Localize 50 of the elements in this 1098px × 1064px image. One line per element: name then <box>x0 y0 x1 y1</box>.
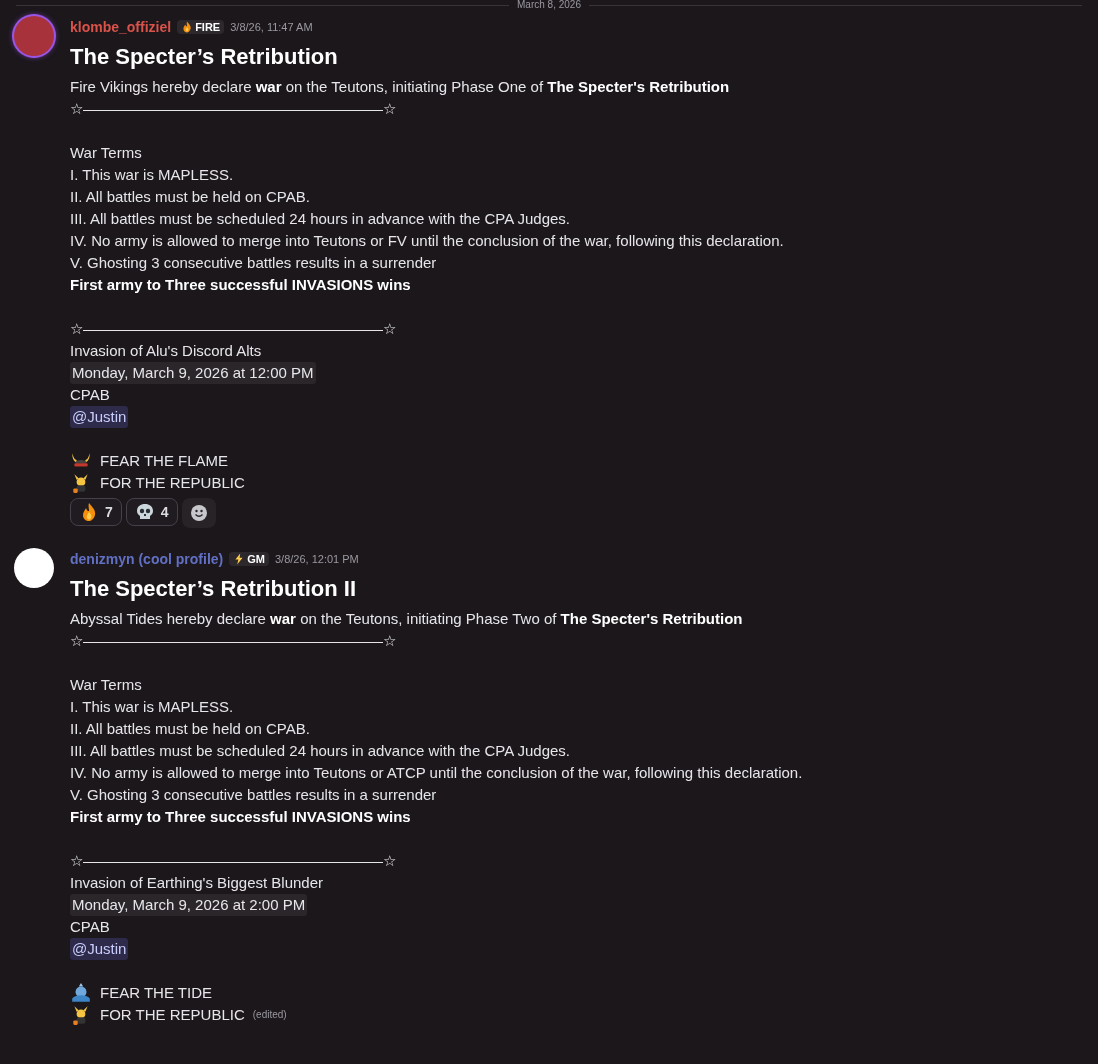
guild-tag: FIRE <box>177 20 225 34</box>
skull-icon <box>134 502 155 522</box>
message-line: III. All battles must be scheduled 24 hours in advance with the CPA Judges. <box>70 741 572 761</box>
date-divider: March 8, 2026 <box>517 0 581 10</box>
message-line: First army to Three successful INVASIONS wins <box>70 807 412 827</box>
guild-tag: GM <box>229 552 269 566</box>
message-line: V. Ghosting 3 consecutive battles results in a surrender <box>70 253 438 273</box>
message-line: ☆————————————————————☆ <box>70 99 397 119</box>
message-line: War Terms <box>70 143 143 163</box>
message-line: Invasion of Earthing's Biggest Blunder <box>70 873 324 893</box>
message-line: Abyssal Tides hereby declare war on the Teutons, initiating Phase Two of The Specter's Retribution <box>70 609 744 629</box>
user-mention[interactable]: @Justin <box>70 938 129 960</box>
message-line: CPAB <box>70 917 111 937</box>
message-time: 3/8/26, 11:47 AM <box>230 21 313 33</box>
message-line: FEAR THE FLAME <box>100 451 229 471</box>
timestamp-chip[interactable]: Monday, March 9, 2026 at 2:00 PM <box>70 894 308 916</box>
timestamp-chip[interactable]: Monday, March 9, 2026 at 12:00 PM <box>70 362 316 384</box>
message-line: CPAB <box>70 385 111 405</box>
message-line: V. Ghosting 3 consecutive battles results in a surrender <box>70 785 438 805</box>
avatar[interactable] <box>14 548 54 588</box>
message-line: FEAR THE TIDE <box>100 983 212 1003</box>
user-mention[interactable]: @Justin <box>70 406 129 428</box>
message-heading: The Specter’s Retribution <box>70 44 339 70</box>
message-line: FOR THE REPUBLIC <box>100 1005 245 1025</box>
message-line: II. All battles must be held on CPAB. <box>70 187 311 207</box>
message-line: Invasion of Alu's Discord Alts <box>70 341 263 361</box>
username[interactable]: klombe_offiziel <box>70 19 172 35</box>
message-line: First army to Three successful INVASIONS wins <box>70 275 412 295</box>
message-line: FOR THE REPUBLIC <box>100 473 245 493</box>
message-line: ☆————————————————————☆ <box>70 319 397 339</box>
message-line: III. All battles must be scheduled 24 hours in advance with the CPA Judges. <box>70 209 572 229</box>
username[interactable]: denizmyn (cool profile) <box>70 551 224 567</box>
message-line: IV. No army is allowed to merge into Teutons or FV until the conclusion of the war, following this declaration. <box>70 231 784 251</box>
reaction-button[interactable]: 4 <box>125 498 178 526</box>
message-line: War Terms <box>70 675 143 695</box>
message-line: ☆————————————————————☆ <box>70 631 397 651</box>
message-line: Fire Vikings hereby declare war on the Teutons, initiating Phase One of The Specter's Retribution <box>70 77 731 97</box>
add-reaction-button[interactable] <box>181 498 216 528</box>
message-line: ☆————————————————————☆ <box>70 851 397 871</box>
flame-icon <box>181 21 194 33</box>
message-line: II. All battles must be held on CPAB. <box>70 719 311 739</box>
edited-label: (edited) <box>252 1008 287 1022</box>
message-heading: The Specter’s Retribution II <box>70 576 358 602</box>
message-line: I. This war is MAPLESS. <box>70 165 235 185</box>
smiley-icon <box>189 504 208 522</box>
helmet-icon <box>70 982 92 1004</box>
message-line: I. This war is MAPLESS. <box>70 697 235 717</box>
reaction-button[interactable]: 7 <box>70 498 122 526</box>
message-line: IV. No army is allowed to merge into Teutons or ATCP until the conclusion of the war, following this declaration. <box>70 763 803 783</box>
message-time: 3/8/26, 12:01 PM <box>274 553 359 565</box>
